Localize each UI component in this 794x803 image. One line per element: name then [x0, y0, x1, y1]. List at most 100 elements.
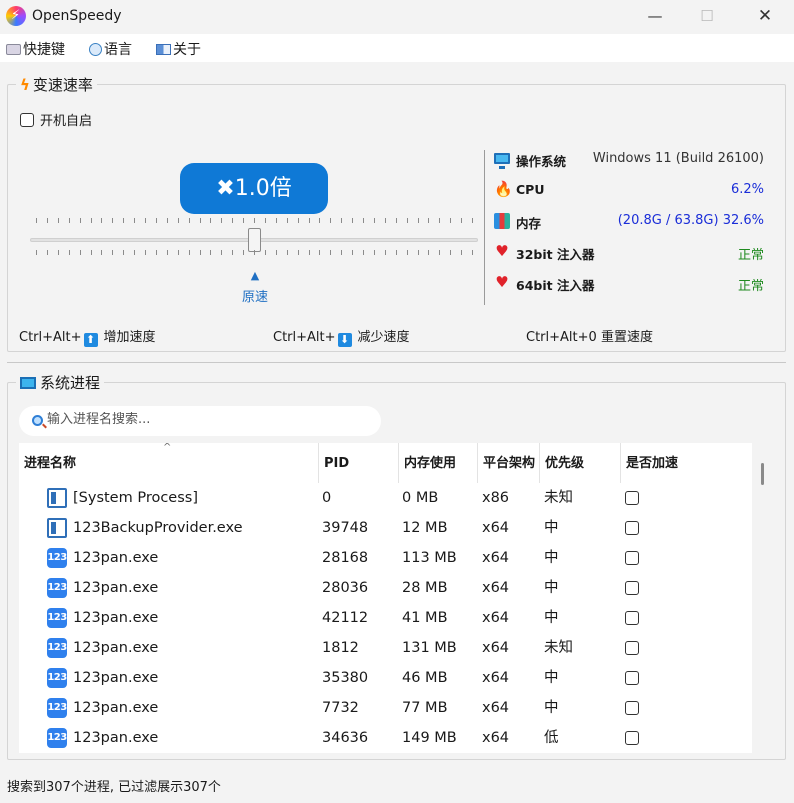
origin-speed-label: 原速: [241, 290, 268, 305]
hotkey-action: 增加速度: [103, 330, 156, 345]
slider-tick: [352, 218, 353, 223]
accelerate-checkbox[interactable]: [625, 611, 639, 625]
cell-accelerate: [625, 513, 639, 543]
cell-arch: x64: [482, 670, 510, 686]
slider-tick: [363, 218, 364, 223]
accelerate-checkbox[interactable]: [625, 521, 639, 535]
123pan-icon: 123: [47, 728, 67, 748]
sort-indicator-icon: ^: [163, 443, 172, 453]
slider-tick: [36, 250, 37, 255]
cell-name: [System Process]: [73, 490, 198, 506]
cell-priority: 中: [544, 700, 559, 716]
menu-about[interactable]: 关于: [156, 39, 201, 59]
cell-name: 123pan.exe: [73, 610, 159, 626]
slider-tick: [418, 250, 419, 255]
hotkey-keys: Ctrl+Alt+0: [526, 330, 597, 345]
table-row[interactable]: [System Process] 0 0 MB x86 未知: [19, 483, 752, 513]
origin-arrow-icon: ▲: [250, 269, 260, 282]
table-row[interactable]: 123 123pan.exe 1812 131 MB x64 未知: [19, 633, 752, 663]
slider-tick: [112, 250, 113, 255]
scrollbar-thumb[interactable]: [761, 463, 764, 485]
column-header-label: 进程名称: [24, 456, 77, 471]
123pan-icon: 123: [47, 638, 67, 658]
menu-bar: 快捷键 语言 关于: [0, 34, 794, 62]
table-row[interactable]: 123 123pan.exe 7732 77 MB x64 中: [19, 693, 752, 723]
cell-pid: 35380: [322, 670, 369, 686]
accelerate-checkbox[interactable]: [625, 551, 639, 565]
cell-priority: 中: [544, 550, 559, 566]
autostart-checkbox[interactable]: 开机自启: [20, 110, 92, 129]
slider-tick: [461, 218, 462, 223]
column-header-name[interactable]: ^ 进程名称: [19, 443, 319, 483]
cell-pid: 0: [322, 490, 332, 506]
hotkey-action: 重置速度: [600, 330, 653, 345]
slider-tick: [396, 250, 397, 255]
system-process-icon: [47, 518, 67, 538]
heart-icon: ♥: [495, 273, 509, 291]
table-row[interactable]: 123 123pan.exe 28036 28 MB x64 中: [19, 573, 752, 603]
slider-tick: [428, 218, 429, 223]
menu-language[interactable]: 语言: [89, 39, 132, 59]
info-value: (20.8G / 63.8G) 32.6%: [617, 213, 764, 228]
table-scrollbar[interactable]: [752, 443, 772, 753]
cell-memory: 113 MB: [402, 550, 457, 566]
slider-tick: [221, 218, 222, 223]
table-row[interactable]: 123BackupProvider.exe 39748 12 MB x64 中: [19, 513, 752, 543]
info-row-injector-64: ♥ 64bit 注入器 正常: [494, 273, 764, 295]
table-row[interactable]: 123 123pan.exe 35380 46 MB x64 中: [19, 663, 752, 693]
slider-tick: [69, 218, 70, 223]
accelerate-checkbox[interactable]: [625, 671, 639, 685]
close-button[interactable]: ✕: [742, 0, 788, 34]
minimize-button[interactable]: —: [632, 0, 678, 34]
menu-language-label: 语言: [104, 42, 132, 58]
slider-tick: [265, 250, 266, 255]
slider-tick: [254, 250, 255, 255]
slider-tick: [134, 218, 135, 223]
table-header: ^ 进程名称 PID 内存使用 平台架构 优先级 是否加速: [19, 443, 752, 483]
openspeedy-logo-icon: ⚡: [6, 6, 26, 26]
process-search-input[interactable]: [47, 412, 367, 427]
table-row[interactable]: 123 123pan.exe 42112 41 MB x64 中: [19, 603, 752, 633]
autostart-checkbox-box[interactable]: [20, 113, 34, 127]
menu-hotkeys[interactable]: 快捷键: [6, 39, 65, 59]
slider-tick: [243, 218, 244, 223]
speed-multiplier-button[interactable]: ✖1.0倍: [180, 163, 328, 214]
cell-accelerate: [625, 633, 639, 663]
maximize-button[interactable]: ☐: [684, 0, 730, 34]
slider-tick: [189, 250, 190, 255]
table-row[interactable]: 123 123pan.exe 34636 149 MB x64 低: [19, 723, 752, 753]
column-header-arch[interactable]: 平台架构: [478, 443, 540, 483]
info-row-injector-32: ♥ 32bit 注入器 正常: [494, 242, 764, 264]
accelerate-checkbox[interactable]: [625, 731, 639, 745]
column-header-accelerate[interactable]: 是否加速: [621, 443, 752, 483]
accelerate-checkbox[interactable]: [625, 701, 639, 715]
globe-icon: [89, 43, 102, 56]
hotkey-reset: Ctrl+Alt+0 重置速度: [526, 326, 653, 345]
accelerate-checkbox[interactable]: [625, 491, 639, 505]
column-header-priority[interactable]: 优先级: [540, 443, 621, 483]
slider-tick: [210, 250, 211, 255]
123pan-icon: 123: [47, 578, 67, 598]
speed-slider[interactable]: [30, 212, 478, 262]
origin-speed-marker: ▲ 原速: [238, 269, 272, 306]
slider-tick: [330, 218, 331, 223]
slider-tick: [341, 218, 342, 223]
slider-tick: [178, 250, 179, 255]
slider-tick: [134, 250, 135, 255]
column-header-memory[interactable]: 内存使用: [399, 443, 478, 483]
slider-thumb[interactable]: [248, 228, 261, 252]
accelerate-checkbox[interactable]: [625, 581, 639, 595]
slider-tick: [265, 218, 266, 223]
column-header-pid[interactable]: PID: [319, 443, 399, 483]
cell-memory: 28 MB: [402, 580, 448, 596]
slider-tick: [341, 250, 342, 255]
accelerate-checkbox[interactable]: [625, 641, 639, 655]
cell-name: 123pan.exe: [73, 640, 159, 656]
process-search-box[interactable]: [19, 406, 381, 436]
table-row[interactable]: 123 123pan.exe 28168 113 MB x64 中: [19, 543, 752, 573]
cell-memory: 46 MB: [402, 670, 448, 686]
cell-accelerate: [625, 543, 639, 573]
cell-memory: 131 MB: [402, 640, 457, 656]
autostart-label: 开机自启: [40, 114, 93, 129]
cell-accelerate: [625, 723, 639, 753]
